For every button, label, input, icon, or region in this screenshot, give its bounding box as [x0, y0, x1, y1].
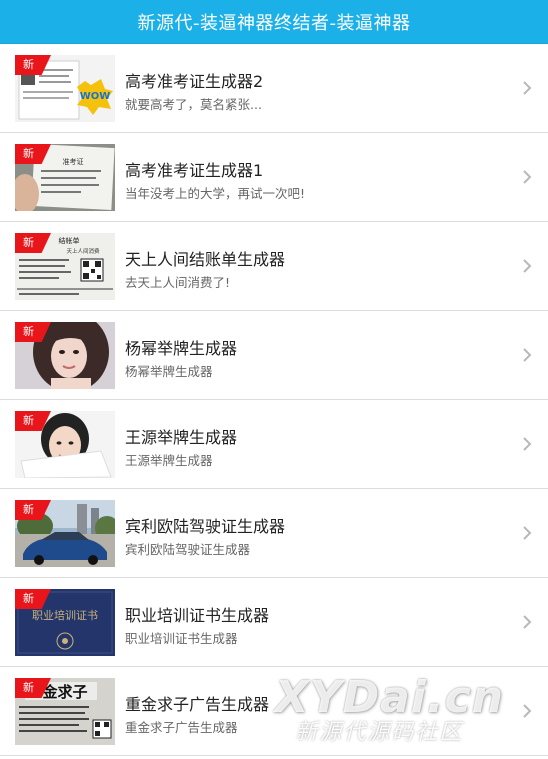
item-description: 就要高考了，莫名紧张...: [125, 97, 262, 112]
list-item[interactable]: 结帐单 天上人间消费 新 天上人间结账单生成器 去天上人间消费了!: [0, 222, 548, 311]
wow-text: WOW: [80, 91, 111, 102]
chevron-right-icon: [523, 526, 532, 540]
chevron-right-icon: [523, 704, 532, 718]
item-title: 天上人间结账单生成器: [125, 250, 286, 269]
item-title: 高考准考证生成器2: [125, 72, 264, 91]
item-title: 王源举牌生成器: [125, 428, 238, 447]
receipt-subheading: 天上人间消费: [66, 247, 100, 255]
item-title: 宾利欧陆驾驶证生成器: [125, 517, 286, 536]
chevron-right-icon: [523, 615, 532, 629]
chevron-right-icon: [523, 170, 532, 184]
list-item[interactable]: 职业培训证书 新 职业培训证书生成器 职业培训证书生成器: [0, 578, 548, 667]
chevron-right-icon: [523, 259, 532, 273]
item-description: 重金求子广告生成器: [125, 720, 238, 735]
item-description: 当年没考上的大学，再试一次吧!: [125, 186, 306, 201]
exam-ticket-text: 准考证: [63, 157, 84, 166]
page-header: 新源代-装逼神器终结者-装逼神器: [0, 0, 548, 44]
item-title: 职业培训证书生成器: [125, 606, 270, 625]
item-title: 高考准考证生成器1: [125, 161, 264, 180]
list-item[interactable]: WOW 新 高考准考证生成器2 就要高考了，莫名紧张...: [0, 44, 548, 133]
item-title: 重金求子广告生成器: [125, 695, 270, 714]
list-item[interactable]: 新 宾利欧陆驾驶证生成器 宾利欧陆驾驶证生成器: [0, 489, 548, 578]
list-item[interactable]: 新 杨幂举牌生成器 杨幂举牌生成器: [0, 311, 548, 400]
page-title: 新源代-装逼神器终结者-装逼神器: [137, 12, 411, 34]
item-description: 职业培训证书生成器: [125, 631, 238, 646]
generator-list: WOW 新 高考准考证生成器2 就要高考了，莫名紧张... 准考证 新 高考准考…: [0, 44, 548, 756]
list-item[interactable]: 准考证 新 高考准考证生成器1 当年没考上的大学，再试一次吧!: [0, 133, 548, 222]
item-description: 王源举牌生成器: [125, 453, 213, 468]
item-title: 杨幂举牌生成器: [125, 339, 238, 358]
item-description: 宾利欧陆驾驶证生成器: [125, 542, 251, 557]
chevron-right-icon: [523, 348, 532, 362]
chevron-right-icon: [523, 437, 532, 451]
chevron-right-icon: [523, 81, 532, 95]
item-description: 去天上人间消费了!: [125, 275, 231, 290]
list-item[interactable]: 金求子 新 重金求子广告生成器 重金求子广告生成器: [0, 667, 548, 756]
ad-poster-text: 金求子: [41, 683, 87, 701]
list-item[interactable]: 新 王源举牌生成器 王源举牌生成器: [0, 400, 548, 489]
certificate-text: 职业培训证书: [32, 608, 98, 622]
receipt-heading: 结帐单: [59, 236, 80, 245]
item-description: 杨幂举牌生成器: [125, 364, 213, 379]
